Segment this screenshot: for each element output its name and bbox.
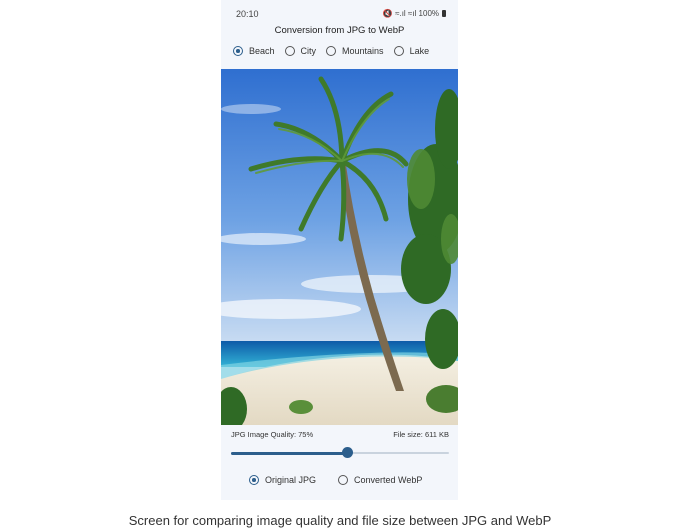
status-icons-text: 🔇 ≈.ıl ≈ıl 100%	[382, 9, 439, 18]
app-title: Conversion from JPG to WebP	[274, 25, 405, 36]
radio-converted-webp[interactable]: Converted WebP	[338, 475, 422, 485]
quality-label: JPG Image Quality: 75%	[231, 430, 314, 439]
radio-label: City	[300, 46, 317, 56]
radio-label: Original JPG	[265, 475, 317, 485]
radio-label: Beach	[249, 46, 275, 56]
scene-radio-group: Beach City Mountains Lake	[233, 46, 429, 56]
figure-caption: Screen for comparing image quality and f…	[128, 513, 552, 528]
radio-circle-icon	[393, 46, 404, 56]
radio-label: Lake	[409, 46, 430, 56]
radio-circle-icon	[233, 46, 243, 56]
radio-label: Mountains	[342, 46, 384, 56]
radio-city[interactable]: City	[284, 46, 317, 56]
radio-circle-icon	[249, 475, 259, 485]
status-bar: 20:10 🔇 ≈.ıl ≈ıl 100%	[221, 0, 458, 28]
radio-label: Converted WebP	[354, 475, 423, 485]
format-radio-group: Original JPG Converted WebP	[249, 475, 422, 485]
phone-screen: 20:10 🔇 ≈.ıl ≈ıl 100% Conversion from JP…	[221, 0, 458, 500]
radio-beach[interactable]: Beach	[233, 46, 275, 56]
radio-circle-icon	[284, 46, 295, 56]
radio-mountains[interactable]: Mountains	[326, 46, 384, 56]
radio-original-jpg[interactable]: Original JPG	[249, 475, 316, 485]
status-icons: 🔇 ≈.ıl ≈ıl 100%	[383, 9, 446, 18]
slider-thumb[interactable]	[341, 447, 353, 458]
radio-circle-icon	[338, 475, 349, 485]
slider-fill	[231, 451, 348, 455]
radio-lake[interactable]: Lake	[393, 46, 430, 56]
beach-palm-photo	[221, 69, 458, 425]
file-size-label: File size: 611 KB	[393, 430, 449, 439]
battery-icon	[442, 10, 446, 17]
radio-circle-icon	[326, 46, 337, 56]
quality-slider[interactable]	[231, 446, 449, 460]
status-time: 20:10	[236, 9, 259, 19]
